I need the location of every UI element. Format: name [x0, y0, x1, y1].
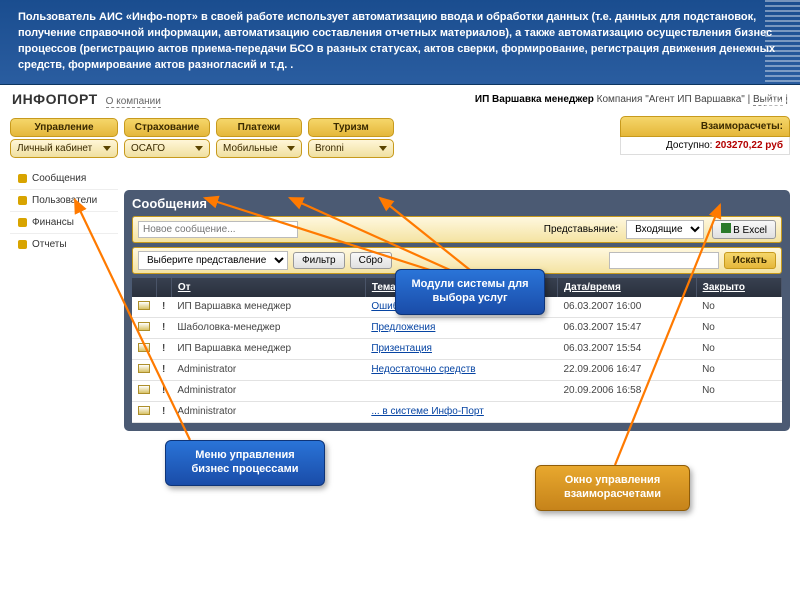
priority-icon: !	[156, 338, 171, 359]
representation-select[interactable]: Выберите представление	[138, 251, 288, 270]
side-menu: Сообщения Пользователи Финансы Отчеты	[10, 168, 118, 255]
module-insurance-head[interactable]: Страхование	[124, 118, 210, 137]
nav-manage-head[interactable]: Управление	[10, 118, 118, 137]
folder-icon	[18, 218, 27, 227]
chevron-down-icon	[287, 146, 295, 151]
col-from[interactable]: От	[171, 278, 365, 297]
panel-title: Сообщения	[132, 196, 782, 211]
envelope-icon	[138, 385, 150, 394]
chevron-down-icon	[379, 146, 387, 151]
excel-icon	[721, 223, 731, 233]
folder-icon	[18, 196, 27, 205]
banner-decoration	[765, 0, 800, 115]
envelope-icon	[138, 364, 150, 373]
envelope-icon	[138, 343, 150, 352]
balance-widget[interactable]: Взаиморасчеты: Доступно: 203270,22 руб	[620, 116, 790, 155]
callout-modules: Модули системы для выбора услуг	[395, 269, 545, 315]
new-message-input[interactable]	[138, 221, 298, 238]
envelope-icon	[138, 301, 150, 310]
search-input[interactable]	[609, 252, 719, 269]
folder-icon	[18, 174, 27, 183]
description-banner: Пользователь АИС «Инфо-порт» в своей раб…	[0, 0, 800, 85]
about-link[interactable]: О компании	[106, 96, 161, 108]
priority-icon: !	[156, 359, 171, 380]
module-insurance-sub[interactable]: ОСАГО	[124, 139, 210, 158]
new-message-bar: Представьяние: Входящие В Excel	[132, 216, 782, 243]
export-excel-button[interactable]: В Excel	[712, 220, 776, 239]
module-tourism-sub[interactable]: Bronni	[308, 139, 394, 158]
envelope-icon	[138, 406, 150, 415]
chevron-down-icon	[103, 146, 111, 151]
chevron-down-icon	[195, 146, 203, 151]
side-item-reports[interactable]: Отчеты	[10, 233, 118, 255]
priority-icon: !	[156, 401, 171, 422]
priority-icon: !	[156, 297, 171, 318]
view-select[interactable]: Входящие	[626, 220, 704, 239]
title-bar: ИНФОПОРТ О компании ИП Варшавка менеджер…	[0, 85, 800, 114]
table-row[interactable]: !AdministratorНедостаточно средств22.09.…	[132, 359, 782, 380]
side-item-messages[interactable]: Сообщения	[10, 168, 118, 189]
col-priority[interactable]	[156, 278, 171, 297]
search-button[interactable]: Искать	[724, 252, 776, 269]
table-row[interactable]: !Шаболовка-менеджерПредложения06.03.2007…	[132, 317, 782, 338]
priority-icon: !	[156, 380, 171, 401]
balance-title: Взаиморасчеты:	[620, 116, 790, 137]
balance-body: Доступно: 203270,22 руб	[620, 137, 790, 155]
col-icon[interactable]	[132, 278, 156, 297]
side-item-users[interactable]: Пользователи	[10, 189, 118, 211]
envelope-icon	[138, 322, 150, 331]
filter-button[interactable]: Фильтр	[293, 252, 345, 269]
priority-icon: !	[156, 317, 171, 338]
col-closed[interactable]: Закрыто	[696, 278, 781, 297]
callout-balance: Окно управления взаиморасчетами	[535, 465, 690, 511]
user-info: ИП Варшавка менеджер Компания "Агент ИП …	[475, 94, 788, 105]
module-payments-head[interactable]: Платежи	[216, 118, 302, 137]
col-date[interactable]: Дата/время	[557, 278, 696, 297]
table-row[interactable]: !Administrator20.09.2006 16:58No	[132, 380, 782, 401]
reset-button[interactable]: Сбро	[350, 252, 392, 269]
brand-logo: ИНФОПОРТ	[12, 91, 98, 107]
module-payments-sub[interactable]: Мобильные	[216, 139, 302, 158]
table-row[interactable]: !ИП Варшавка менеджерПризентация06.03.20…	[132, 338, 782, 359]
view-label: Представьяние:	[544, 224, 618, 235]
side-item-finance[interactable]: Финансы	[10, 211, 118, 233]
folder-icon	[18, 240, 27, 249]
nav-manage-sub[interactable]: Личный кабинет	[10, 139, 118, 158]
table-row[interactable]: !Administrator... в системе Инфо-Порт	[132, 401, 782, 422]
callout-menu: Меню управления бизнес процессами	[165, 440, 325, 486]
module-tourism-head[interactable]: Туризм	[308, 118, 394, 137]
